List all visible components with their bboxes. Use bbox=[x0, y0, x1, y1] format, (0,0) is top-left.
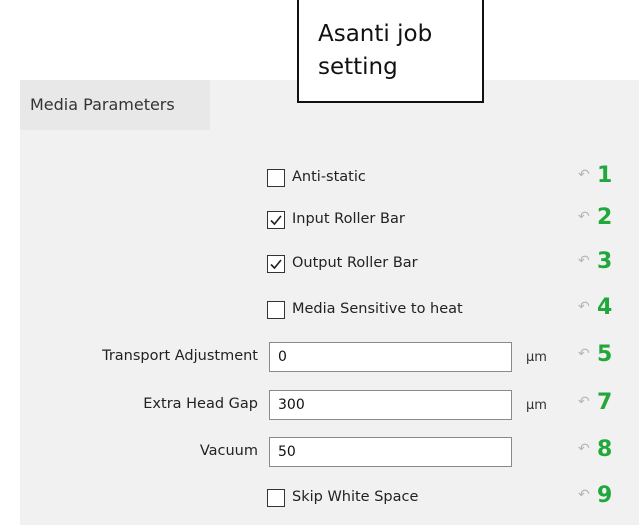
callout-number: 1 bbox=[597, 163, 613, 188]
callout-line-1: Asanti job bbox=[318, 21, 433, 47]
checkmark-icon bbox=[270, 259, 282, 270]
callout-number: 9 bbox=[597, 483, 613, 508]
unit-label: µm bbox=[526, 398, 547, 413]
row-extra-head-gap: Extra Head Gap µm ↶ 7 bbox=[0, 390, 639, 420]
skip-white-space-checkbox[interactable] bbox=[267, 489, 285, 507]
callout-number: 2 bbox=[597, 205, 613, 230]
anti-static-checkbox[interactable] bbox=[267, 169, 285, 187]
reset-icon[interactable]: ↶ bbox=[578, 209, 590, 225]
reset-icon[interactable]: ↶ bbox=[578, 394, 590, 410]
reset-icon[interactable]: ↶ bbox=[578, 487, 590, 503]
row-skip-white-space: Skip White Space ↶ 9 bbox=[0, 483, 639, 513]
row-transport-adjustment: Transport Adjustment µm ↶ 5 bbox=[0, 342, 639, 372]
output-roller-bar-label: Output Roller Bar bbox=[292, 255, 418, 271]
output-roller-bar-checkbox[interactable] bbox=[267, 255, 285, 273]
reset-icon[interactable]: ↶ bbox=[578, 253, 590, 269]
row-input-roller-bar: Input Roller Bar ↶ 2 bbox=[0, 205, 639, 235]
unit-label: µm bbox=[526, 350, 547, 365]
transport-adjustment-label: Transport Adjustment bbox=[102, 348, 258, 364]
row-output-roller-bar: Output Roller Bar ↶ 3 bbox=[0, 249, 639, 279]
row-anti-static: Anti-static ↶ 1 bbox=[0, 163, 639, 193]
callout-number: 7 bbox=[597, 390, 613, 415]
extra-head-gap-input[interactable] bbox=[269, 390, 512, 420]
transport-adjustment-input[interactable] bbox=[269, 342, 512, 372]
callout-number: 4 bbox=[597, 295, 613, 320]
row-vacuum: Vacuum ↶ 8 bbox=[0, 437, 639, 467]
callout-number: 3 bbox=[597, 249, 613, 274]
callout-box: Asanti job setting bbox=[297, 0, 484, 103]
extra-head-gap-label: Extra Head Gap bbox=[143, 396, 258, 412]
reset-icon[interactable]: ↶ bbox=[578, 346, 590, 362]
vacuum-label: Vacuum bbox=[199, 443, 258, 459]
media-sensitive-label: Media Sensitive to heat bbox=[292, 301, 463, 317]
input-roller-bar-label: Input Roller Bar bbox=[292, 211, 405, 227]
vacuum-input[interactable] bbox=[269, 437, 512, 467]
reset-icon[interactable]: ↶ bbox=[578, 299, 590, 315]
row-media-sensitive-to-heat: Media Sensitive to heat ↶ 4 bbox=[0, 295, 639, 325]
checkmark-icon bbox=[270, 215, 282, 226]
callout-line-2: setting bbox=[318, 54, 398, 80]
section-title: Media Parameters bbox=[30, 95, 175, 114]
media-sensitive-checkbox[interactable] bbox=[267, 301, 285, 319]
skip-white-space-label: Skip White Space bbox=[292, 489, 419, 505]
callout-number: 5 bbox=[597, 342, 613, 367]
input-roller-bar-checkbox[interactable] bbox=[267, 211, 285, 229]
callout-number: 8 bbox=[597, 437, 613, 462]
anti-static-label: Anti-static bbox=[292, 169, 366, 185]
reset-icon[interactable]: ↶ bbox=[578, 441, 590, 457]
reset-icon[interactable]: ↶ bbox=[578, 167, 590, 183]
